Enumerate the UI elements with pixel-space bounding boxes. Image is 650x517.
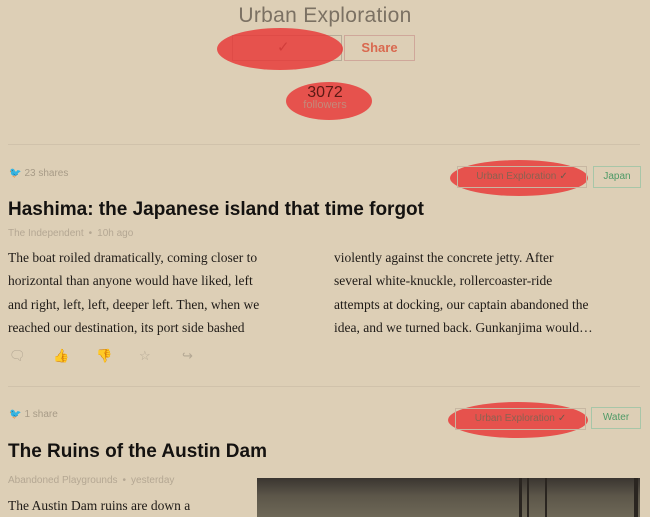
topic-tag-urban-exploration[interactable]: Urban Exploration ✓	[455, 408, 586, 430]
tag-japan[interactable]: Japan	[593, 166, 641, 188]
followers-label: followers	[303, 99, 347, 111]
share-button[interactable]: Share	[344, 35, 415, 61]
tag-water[interactable]: Water	[591, 407, 641, 429]
share-count: 🐦 1 share	[9, 409, 58, 420]
article-time: yesterday	[131, 475, 175, 486]
thumbs-up-icon[interactable]: 👍	[53, 348, 69, 364]
article-meta: The Independent • 10h ago	[8, 228, 134, 239]
twitter-icon: 🐦	[9, 168, 22, 179]
highlight-follow-button	[217, 28, 343, 70]
checkmark-icon: ✓	[557, 413, 567, 424]
article-body-column-1[interactable]: The Austin Dam ruins are down a	[8, 494, 248, 517]
article-divider	[8, 386, 640, 387]
article-title[interactable]: Hashima: the Japanese island that time f…	[8, 199, 424, 221]
article-body-column-2[interactable]: violently against the concrete jetty. Af…	[334, 246, 644, 339]
share-count: 🐦 23 shares	[9, 168, 69, 179]
header-divider	[8, 144, 640, 145]
article-time: 10h ago	[97, 228, 134, 239]
twitter-icon: 🐦	[9, 409, 22, 420]
article-actions: 🗨 👍 👎 ☆ ↪	[9, 348, 209, 364]
share-icon[interactable]: ↪	[182, 348, 193, 364]
followers-stat: 3072 followers	[0, 84, 650, 111]
checkmark-icon: ✓	[559, 171, 568, 182]
article-body-column-1[interactable]: The boat roiled dramatically, coming clo…	[8, 246, 326, 339]
topic-tag-urban-exploration[interactable]: Urban Exploration ✓	[457, 166, 587, 188]
article-meta: Abandoned Playgrounds • yesterday	[8, 475, 175, 486]
topic-title: Urban Exploration	[238, 4, 412, 27]
article-image[interactable]	[257, 478, 640, 517]
comment-icon[interactable]: 🗨	[9, 348, 26, 364]
thumbs-down-icon[interactable]: 👎	[96, 348, 112, 364]
article-title[interactable]: The Ruins of the Austin Dam	[8, 441, 267, 463]
article-source[interactable]: Abandoned Playgrounds	[8, 475, 118, 486]
article-source[interactable]: The Independent	[8, 228, 84, 239]
star-icon[interactable]: ☆	[139, 348, 151, 364]
